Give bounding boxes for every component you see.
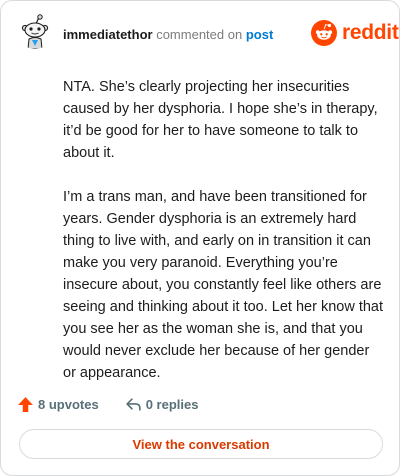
reddit-logo[interactable]: reddit — [311, 20, 399, 46]
replies-count: 0 replies — [145, 396, 199, 412]
comment-paragraph: NTA. She’s clearly projecting her insecu… — [63, 79, 378, 161]
comment-body: NTA. She’s clearly projecting her insecu… — [63, 76, 385, 406]
upvote-button[interactable]: 8 upvotes — [17, 396, 99, 413]
upvote-count: 8 upvotes — [38, 396, 99, 412]
username-link[interactable]: immediatethor — [63, 27, 153, 42]
reddit-snoo-icon — [311, 20, 337, 46]
brand-wordmark: reddit — [342, 21, 399, 44]
comment-paragraph: I’m a trans man, and have been transitio… — [63, 189, 384, 381]
snoo-avatar-icon — [17, 13, 53, 49]
arrow-up-icon — [18, 396, 33, 412]
comment-header: immediatethor commented on post — [63, 27, 273, 43]
post-link[interactable]: post — [246, 27, 273, 42]
reply-arrow-icon — [126, 397, 141, 411]
comment-footer: 8 upvotes 0 replies — [17, 391, 198, 417]
comment-embed-card: immediatethor commented on post reddit N… — [0, 0, 400, 476]
view-conversation-button[interactable]: View the conversation — [19, 429, 383, 459]
action-text: commented on — [156, 27, 243, 42]
replies-button[interactable]: 0 replies — [125, 396, 199, 413]
avatar[interactable] — [17, 13, 53, 49]
